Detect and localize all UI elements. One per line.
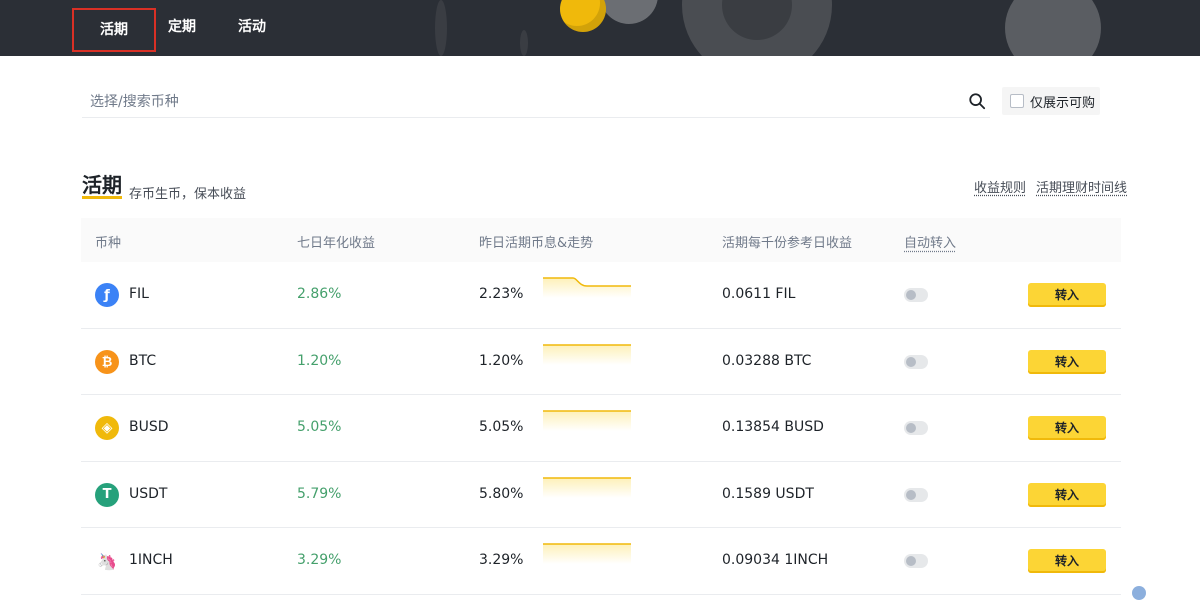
banner-decoration (600, 0, 658, 24)
sparkline-area (543, 477, 631, 498)
1inch-icon: 🦄 (95, 549, 119, 574)
coin-name: FIL (129, 286, 149, 302)
table-row: ◈ BUSD 5.05% 5.05% 0.13854 BUSD 转入 (81, 395, 1121, 462)
coin-name: USDT (129, 485, 168, 502)
transfer-in-button[interactable]: 转入 (1028, 416, 1106, 441)
tab-activities[interactable]: 活动 (214, 0, 280, 56)
trend-sparkline (543, 477, 631, 498)
coin-decoration-icon (560, 0, 606, 32)
auto-transfer-toggle[interactable] (904, 554, 928, 569)
coin-name: BTC (129, 352, 157, 369)
sparkline-area (543, 544, 631, 565)
section-subtitle: 存币生币，保本收益 (129, 187, 247, 202)
per-thousand-earning: 0.09034 1INCH (722, 552, 829, 569)
watermark-logo (1132, 584, 1196, 604)
transfer-in-button[interactable]: 转入 (1028, 283, 1106, 307)
apy-7d: 1.20% (297, 352, 342, 369)
table-row: 🦄 1INCH 3.29% 3.29% 0.09034 1INCH 转入 (81, 528, 1121, 595)
header-auto-transfer[interactable]: 自动转入 (904, 232, 956, 251)
table-header: 币种 七日年化收益 昨日活期币息&走势 活期每千份参考日收益 自动转入 (81, 218, 1121, 262)
product-tabs: 活期 定期 活动 (72, 0, 280, 56)
only-buyable-checkbox[interactable] (1010, 94, 1024, 108)
per-thousand-earning: 0.03288 BTC (722, 352, 812, 369)
auto-transfer-toggle[interactable] (904, 288, 928, 302)
usdt-icon: T (95, 482, 119, 507)
auto-transfer-toggle[interactable] (904, 421, 928, 436)
banner-decoration (682, 0, 832, 56)
only-buyable-filter[interactable]: 仅展示可购 (1002, 87, 1100, 115)
earning-rules-link[interactable]: 收益规则 (974, 177, 1026, 196)
tab-locked[interactable]: 定期 (154, 0, 214, 56)
per-thousand-earning: 0.0611 FIL (722, 286, 796, 302)
only-buyable-label: 仅展示可购 (1030, 95, 1096, 111)
per-thousand-earning: 0.13854 BUSD (722, 419, 824, 436)
yesterday-rate: 3.29% (479, 552, 524, 569)
search-icon[interactable] (968, 92, 986, 110)
tab-flexible[interactable]: 活期 (72, 8, 156, 52)
table-row: T USDT 5.79% 5.80% 0.1589 USDT 转入 (81, 462, 1121, 529)
search-input[interactable] (90, 90, 950, 114)
apy-7d: 5.79% (297, 485, 342, 502)
banner-decoration (435, 0, 447, 56)
top-banner: 活期 定期 活动 (0, 0, 1200, 56)
sparkline-area (543, 278, 631, 298)
section-title: 活期 (82, 173, 122, 199)
watermark-icon (1132, 586, 1146, 600)
header-yesterday: 昨日活期币息&走势 (479, 236, 594, 251)
banner-decoration (520, 30, 528, 56)
header-apy7d: 七日年化收益 (297, 236, 376, 251)
fil-icon: ƒ (95, 283, 119, 307)
auto-transfer-toggle[interactable] (904, 487, 928, 502)
trend-sparkline (543, 410, 631, 432)
busd-icon: ◈ (95, 416, 119, 441)
auto-transfer-toggle[interactable] (904, 354, 928, 369)
transfer-in-button[interactable]: 转入 (1028, 482, 1106, 507)
apy-7d: 2.86% (297, 286, 342, 302)
per-thousand-earning: 0.1589 USDT (722, 485, 814, 502)
banner-decoration (1005, 0, 1101, 56)
apy-7d: 5.05% (297, 419, 342, 436)
header-per-thousand: 活期每千份参考日收益 (722, 236, 853, 251)
coin-name: BUSD (129, 419, 169, 436)
yesterday-rate: 2.23% (479, 286, 524, 302)
transfer-in-button[interactable]: 转入 (1028, 549, 1106, 574)
search-bar (82, 86, 990, 118)
yesterday-rate: 5.80% (479, 485, 524, 502)
trend-sparkline (543, 543, 631, 565)
yesterday-rate: 1.20% (479, 352, 524, 369)
sparkline-area (543, 411, 631, 432)
trend-sparkline (543, 277, 631, 298)
yesterday-rate: 5.05% (479, 419, 524, 436)
table-row: ƒ FIL 2.86% 2.23% 0.0611 FIL 转入 (81, 262, 1121, 329)
transfer-in-button[interactable]: 转入 (1028, 349, 1106, 374)
sparkline-area (543, 344, 631, 365)
trend-sparkline (543, 343, 631, 365)
apy-7d: 3.29% (297, 552, 342, 569)
timeline-link[interactable]: 活期理财时间线 (1036, 177, 1127, 196)
savings-table: 币种 七日年化收益 昨日活期币息&走势 活期每千份参考日收益 自动转入 ƒ FI… (81, 218, 1121, 595)
header-coin: 币种 (95, 236, 122, 251)
table-row: ₿ BTC 1.20% 1.20% 0.03288 BTC 转入 (81, 329, 1121, 396)
btc-icon: ₿ (95, 349, 119, 374)
coin-name: 1INCH (129, 552, 173, 569)
